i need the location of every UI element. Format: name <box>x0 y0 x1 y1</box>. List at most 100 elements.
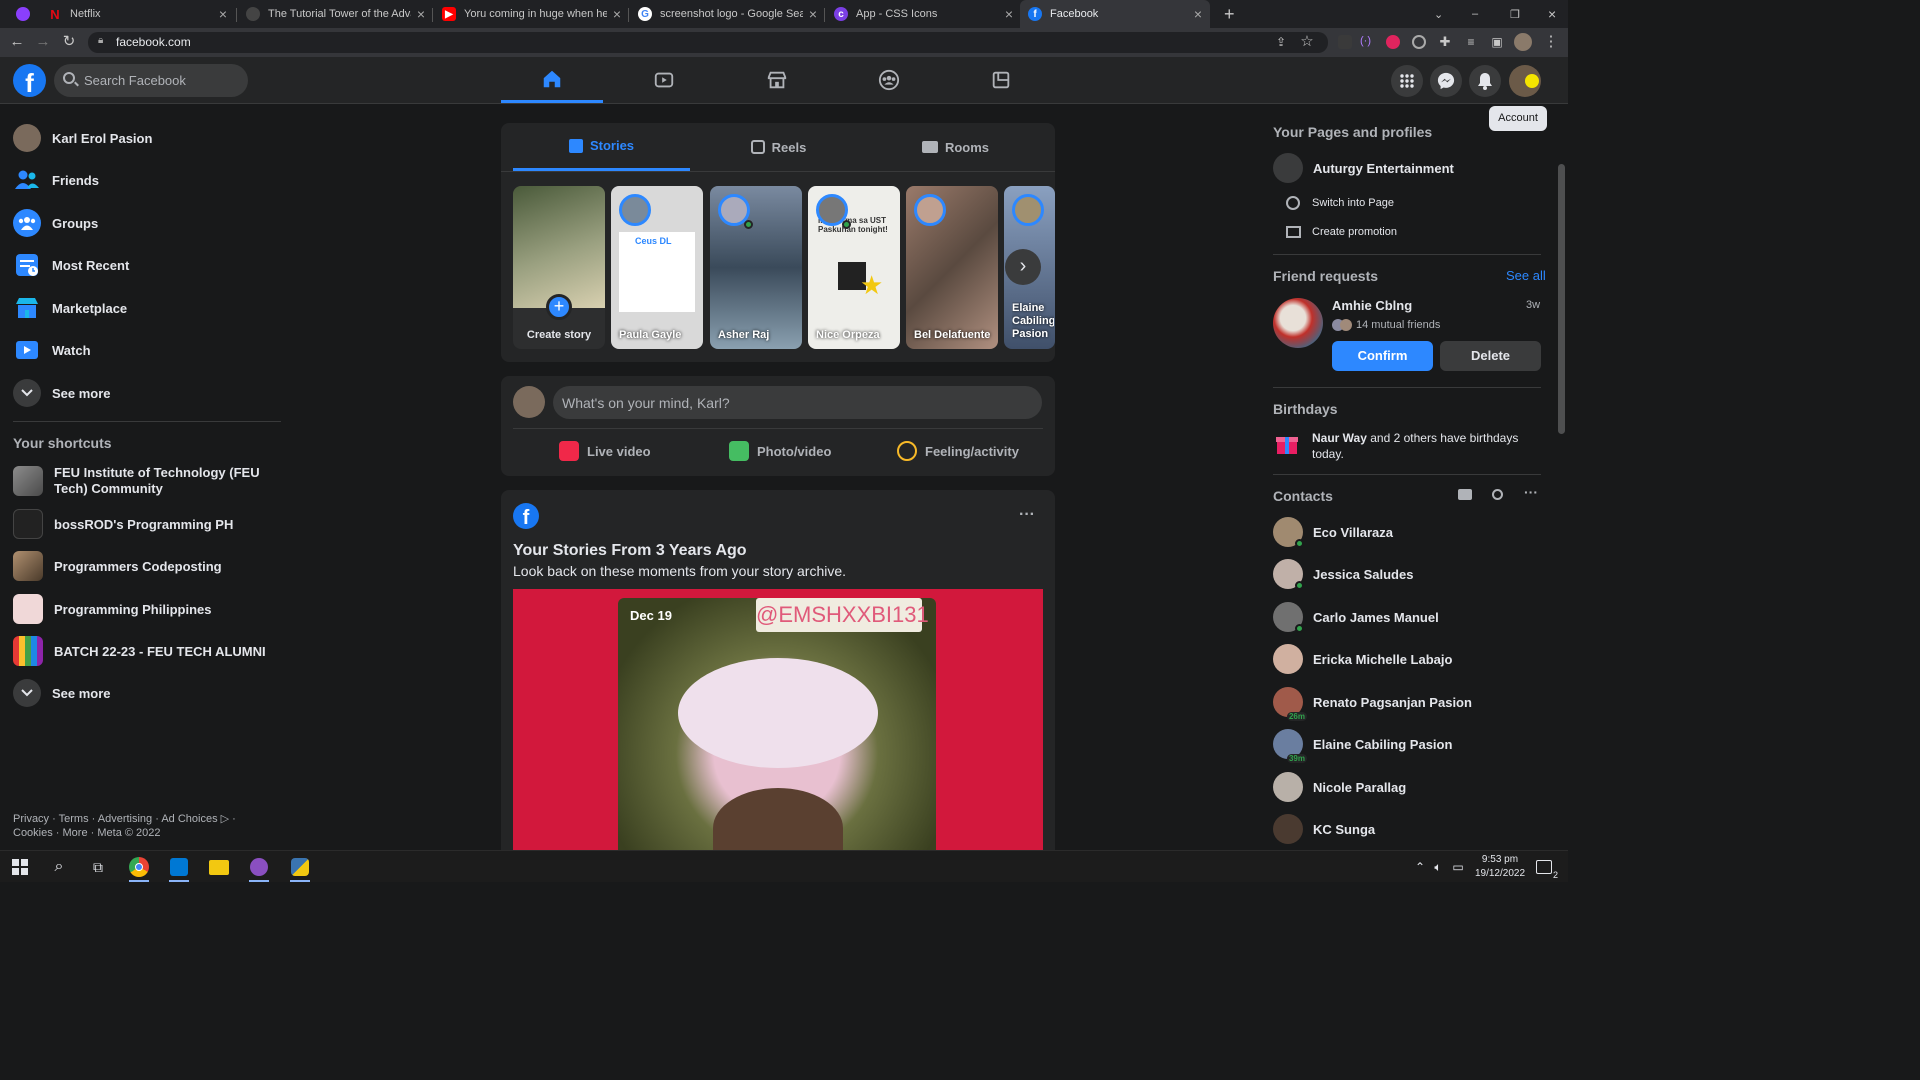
tab-watch[interactable] <box>613 57 715 103</box>
sidebar-item-groups[interactable]: Groups <box>13 206 283 240</box>
tab-netflix[interactable]: N Netflix × <box>40 0 235 28</box>
search-box[interactable] <box>54 64 248 97</box>
account-avatar-button[interactable] <box>1509 65 1541 97</box>
page-item[interactable]: Auturgy Entertainment <box>1273 151 1454 185</box>
url-bar[interactable]: 🔒︎ facebook.com <box>88 32 1328 53</box>
contact-item[interactable]: Jessica Saludes <box>1273 557 1413 591</box>
close-icon[interactable]: × <box>417 6 425 22</box>
switch-into-page-link[interactable]: Switch into Page <box>1286 196 1394 210</box>
close-icon[interactable]: × <box>1005 6 1013 22</box>
extension-icon[interactable] <box>1386 35 1400 49</box>
feeling-activity-button[interactable]: Feeling/activity <box>897 441 1019 461</box>
story-card[interactable]: Bel Delafuente <box>906 186 998 349</box>
new-tab-button[interactable]: + <box>1216 0 1242 28</box>
extension-icon[interactable] <box>1338 35 1352 49</box>
windows-start-icon[interactable] <box>8 855 32 879</box>
close-icon[interactable]: × <box>1194 6 1202 22</box>
github-desktop-icon[interactable] <box>247 855 271 882</box>
shortcut-item[interactable]: Programming Philippines <box>13 592 283 626</box>
chrome-icon[interactable] <box>127 855 151 882</box>
footer-links[interactable]: Privacy · Terms · Advertising · Ad Choic… <box>13 812 273 840</box>
tab-search-icon[interactable]: ⌄ <box>1426 0 1446 28</box>
tab-rooms[interactable]: Rooms <box>867 123 1044 171</box>
tab-groups[interactable] <box>838 57 940 103</box>
extension-icon[interactable]: (·) <box>1360 35 1374 49</box>
tab-youtube[interactable]: ▶ Yoru coming in huge when he's n× <box>434 0 629 28</box>
delete-button[interactable]: Delete <box>1440 341 1541 371</box>
search-icon[interactable]: ⌕ <box>47 855 71 879</box>
contact-item[interactable]: KC Sunga <box>1273 812 1375 846</box>
composer-input[interactable]: What's on your mind, Karl? <box>553 386 1042 419</box>
profile-avatar-icon[interactable] <box>1514 33 1532 51</box>
story-card[interactable]: Ceus DL Paula Gayle <box>611 186 703 349</box>
new-room-icon[interactable] <box>1458 489 1472 500</box>
search-contacts-icon[interactable] <box>1492 489 1503 500</box>
notification-center-icon[interactable]: 2 <box>1532 855 1558 880</box>
shortcut-item[interactable]: Programmers Codeposting <box>13 549 283 583</box>
contact-item[interactable]: Nicole Parallag <box>1273 770 1406 804</box>
extension-icon[interactable] <box>1412 35 1426 49</box>
see-all-link[interactable]: See all <box>1506 268 1546 283</box>
close-icon[interactable]: × <box>809 6 817 22</box>
kebab-menu-icon[interactable]: ⋮ <box>1542 33 1560 51</box>
sidebar-see-more[interactable]: See more <box>13 376 283 410</box>
contact-item[interactable]: 39m Elaine Cabiling Pasion <box>1273 727 1452 763</box>
tab-css-icons[interactable]: c App - CSS Icons × <box>826 0 1021 28</box>
birthday-text[interactable]: Naur Way and 2 others have birthdays tod… <box>1312 430 1544 462</box>
tab-facebook[interactable]: f Facebook × <box>1020 0 1210 28</box>
contact-item[interactable]: Carlo James Manuel <box>1273 600 1439 634</box>
puzzle-icon[interactable]: ✚ <box>1436 33 1454 51</box>
side-panel-icon[interactable]: ▣ <box>1488 33 1506 51</box>
sidebar-item-most-recent[interactable]: Most Recent <box>13 248 283 282</box>
back-icon[interactable]: ← <box>8 33 26 51</box>
create-story-card[interactable]: + Create story <box>513 186 605 349</box>
vscode-icon[interactable] <box>167 855 191 882</box>
tab-marketplace[interactable] <box>726 57 828 103</box>
shortcut-item[interactable]: FEU Institute of Technology (FEU Tech) C… <box>13 462 283 500</box>
bookmark-star-icon[interactable]: ☆ <box>1298 33 1316 51</box>
messenger-tab-icon[interactable] <box>8 0 36 28</box>
page-scrollbar[interactable] <box>1555 104 1568 850</box>
shortcut-item[interactable]: BATCH 22-23 - FEU TECH ALUMNI <box>13 634 283 668</box>
memory-image-frame[interactable]: Dec 19 @EMSHXXBI131 <box>513 589 1043 858</box>
facebook-logo[interactable]: f <box>13 64 46 98</box>
story-card[interactable]: Asher Raj <box>710 186 802 349</box>
sidebar-item-friends[interactable]: Friends <box>13 163 283 197</box>
task-view-icon[interactable]: ⧉ <box>86 855 110 879</box>
confirm-button[interactable]: Confirm <box>1332 341 1433 371</box>
restore-icon[interactable]: ❐ <box>1502 0 1522 28</box>
messenger-button[interactable] <box>1430 65 1462 97</box>
python-icon[interactable] <box>288 855 312 882</box>
forward-icon[interactable]: → <box>34 33 52 51</box>
file-explorer-icon[interactable] <box>207 855 231 879</box>
close-icon[interactable]: × <box>613 6 621 22</box>
live-video-button[interactable]: Live video <box>559 441 651 461</box>
sidebar-item-watch[interactable]: Watch <box>13 333 283 367</box>
window-close-icon[interactable]: × <box>1540 0 1560 28</box>
search-input[interactable] <box>82 72 242 89</box>
tab-google[interactable]: G screenshot logo - Google Search× <box>630 0 825 28</box>
friend-request-avatar[interactable] <box>1273 298 1323 348</box>
contacts-options-icon[interactable]: ··· <box>1524 484 1538 500</box>
system-clock[interactable]: 9:53 pm 19/12/2022 <box>1472 853 1528 881</box>
stories-next-button[interactable]: › <box>1005 249 1041 285</box>
tab-home[interactable] <box>501 57 603 103</box>
share-icon[interactable]: ⇪ <box>1272 33 1290 51</box>
scrollbar-thumb[interactable] <box>1558 164 1565 434</box>
menu-button[interactable] <box>1391 65 1423 97</box>
story-card[interactable]: ing for ma sa UST Paskuhan tonight! ★ Ni… <box>808 186 900 349</box>
photo-video-button[interactable]: Photo/video <box>729 441 831 461</box>
tab-tutorial[interactable]: The Tutorial Tower of the Advanc× <box>238 0 433 28</box>
sidebar-see-more-shortcuts[interactable]: See more <box>13 676 283 710</box>
tab-reels[interactable]: Reels <box>690 123 867 171</box>
more-options-icon[interactable]: ··· <box>1019 506 1035 524</box>
network-icon[interactable]: ▭ <box>1446 855 1470 879</box>
shortcut-item[interactable]: bossROD's Programming PH <box>13 507 283 541</box>
tab-stories[interactable]: Stories <box>513 123 690 171</box>
reading-list-icon[interactable]: ≡ <box>1462 33 1480 51</box>
sidebar-profile[interactable]: Karl Erol Pasion <box>13 121 283 155</box>
notifications-button[interactable] <box>1469 65 1501 97</box>
contact-item[interactable]: Eco Villaraza <box>1273 515 1393 549</box>
sidebar-item-marketplace[interactable]: Marketplace <box>13 291 283 325</box>
close-icon[interactable]: × <box>219 6 227 22</box>
